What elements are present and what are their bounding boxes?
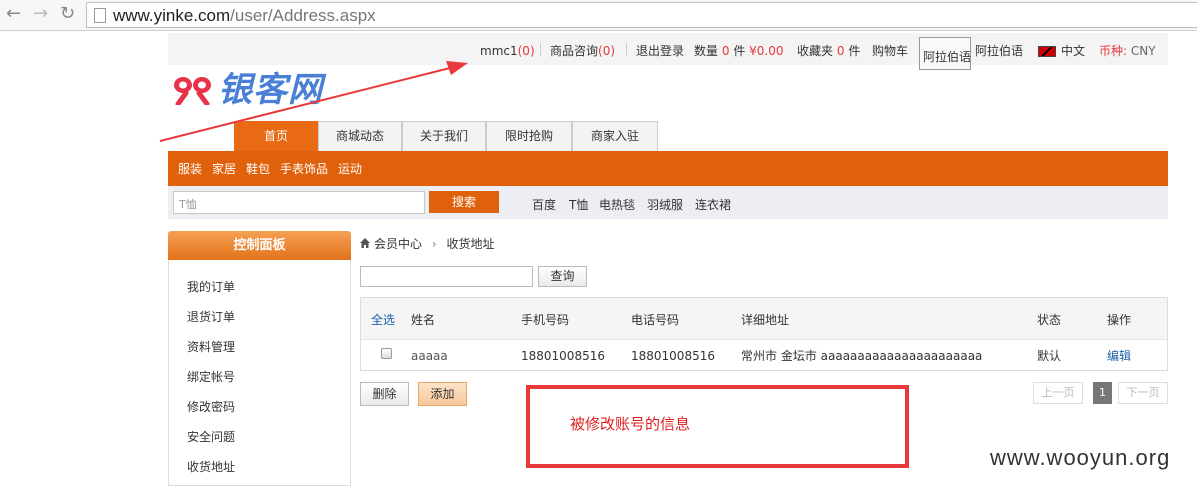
column-header-phone: 电话号码 — [631, 313, 680, 327]
cell-address: 常州市 金坛市 aaaaaaaaaaaaaaaaaaaaaa — [741, 349, 983, 363]
search-input[interactable]: T恤 — [173, 191, 425, 214]
cell-phone: 18801008516 — [631, 349, 715, 363]
category-link[interactable]: 家居 — [212, 162, 236, 176]
url-host: www.yinke.com — [113, 6, 231, 25]
language-link-arabic[interactable]: 阿拉伯语 — [975, 44, 1023, 58]
next-page-button[interactable]: 下一页 — [1118, 382, 1168, 404]
logout-link[interactable]: 退出登录 — [636, 44, 684, 58]
home-icon — [360, 238, 370, 248]
category-link[interactable]: 服装 — [178, 162, 202, 176]
reload-icon[interactable]: ↻ — [60, 4, 75, 24]
edit-link[interactable]: 编辑 — [1107, 349, 1131, 363]
watermark: www.wooyun.org — [990, 445, 1171, 470]
tab-merchant[interactable]: 商家入驻 — [572, 121, 658, 151]
delete-button[interactable]: 删除 — [360, 382, 409, 406]
prev-page-button[interactable]: 上一页 — [1033, 382, 1083, 404]
url-path: /user/Address.aspx — [230, 6, 376, 25]
address-table: 全选 姓名 手机号码 电话号码 详细地址 状态 操作 aaaaa 1880100… — [360, 297, 1168, 371]
browser-toolbar: ← → ↻ www.yinke.com/user/Address.aspx — [0, 0, 1197, 31]
top-links-bar: mmc1(0) 商品咨询(0) 退出登录 数量 0 件 ¥0.00 收藏夹 0 … — [168, 33, 1168, 70]
tab-mall-news[interactable]: 商城动态 — [318, 121, 402, 151]
cell-name: aaaaa — [411, 349, 448, 363]
sidebar-item-address[interactable]: 收货地址 — [187, 460, 235, 474]
tab-about[interactable]: 关于我们 — [402, 121, 486, 151]
china-flag-icon — [1038, 46, 1056, 57]
currency-selector[interactable]: 币种: CNY — [1099, 44, 1156, 58]
page-number-current[interactable]: 1 — [1093, 382, 1112, 404]
column-header-mobile: 手机号码 — [521, 313, 570, 327]
column-header-actions: 操作 — [1107, 313, 1132, 327]
category-link[interactable]: 鞋包 — [246, 162, 270, 176]
sidebar-item-returns[interactable]: 退货订单 — [187, 310, 235, 324]
column-header-address: 详细地址 — [741, 313, 790, 327]
hot-keyword[interactable]: 电热毯 — [599, 198, 635, 212]
column-header-name: 姓名 — [411, 313, 436, 327]
breadcrumb: 会员中心 › 收货地址 — [360, 237, 495, 251]
annotation-box: 被修改账号的信息 — [526, 385, 909, 468]
hot-keyword[interactable]: 百度 — [532, 198, 556, 212]
control-panel-menu: 我的订单 退货订单 资料管理 绑定帐号 修改密码 安全问题 收货地址 — [168, 260, 351, 486]
breadcrumb-separator: › — [431, 237, 437, 251]
hot-keyword[interactable]: 连衣裙 — [695, 198, 731, 212]
consult-link[interactable]: 商品咨询(0) — [550, 44, 615, 58]
language-selector[interactable]: 阿拉伯语 — [919, 37, 971, 70]
search-button[interactable]: 搜索 — [429, 191, 499, 213]
language-link-chinese[interactable]: 中文 — [1061, 44, 1085, 58]
tab-home[interactable]: 首页 — [234, 121, 318, 151]
back-icon[interactable]: ← — [6, 4, 21, 24]
cell-mobile: 18801008516 — [521, 349, 605, 363]
column-header-status: 状态 — [1037, 313, 1062, 327]
category-bar: 服装 家居 鞋包 手表饰品 运动 — [168, 151, 1168, 186]
sidebar-item-security-question[interactable]: 安全问题 — [187, 430, 235, 444]
sidebar-item-orders[interactable]: 我的订单 — [187, 280, 235, 294]
category-link[interactable]: 手表饰品 — [280, 162, 328, 176]
address-bar[interactable]: www.yinke.com/user/Address.aspx — [86, 2, 1197, 28]
logo-mark-icon — [174, 77, 211, 105]
sidebar-item-change-password[interactable]: 修改密码 — [187, 400, 235, 414]
add-button[interactable]: 添加 — [418, 382, 467, 406]
cell-status: 默认 — [1037, 349, 1062, 363]
divider — [626, 43, 627, 56]
username-link[interactable]: mmc1(0) — [480, 44, 535, 58]
page-icon — [94, 8, 106, 23]
address-query-input[interactable] — [360, 266, 533, 287]
hot-keyword[interactable]: T恤 — [569, 198, 588, 212]
favorites-link[interactable]: 收藏夹 0 件 — [797, 44, 860, 58]
sidebar-item-profile[interactable]: 资料管理 — [187, 340, 235, 354]
cart-quantity: 数量 0 件 ¥0.00 — [694, 44, 784, 58]
tab-flash-sale[interactable]: 限时抢购 — [486, 121, 572, 151]
forward-icon[interactable]: → — [33, 4, 48, 24]
sidebar-item-bind-account[interactable]: 绑定帐号 — [187, 370, 235, 384]
annotation-text: 被修改账号的信息 — [570, 415, 691, 433]
control-panel-title: 控制面板 — [168, 231, 351, 260]
hot-keyword[interactable]: 羽绒服 — [647, 198, 683, 212]
category-link[interactable]: 运动 — [338, 162, 362, 176]
select-all-link[interactable]: 全选 — [371, 313, 395, 327]
divider — [540, 43, 541, 56]
cart-link[interactable]: 购物车 — [872, 44, 908, 58]
logo-text: 银客网 — [218, 70, 323, 110]
row-checkbox[interactable] — [381, 348, 392, 359]
breadcrumb-home[interactable]: 会员中心 — [374, 237, 422, 251]
table-header: 全选 姓名 手机号码 电话号码 详细地址 状态 操作 — [361, 298, 1167, 340]
search-bar: T恤 搜索 百度 T恤 电热毯 羽绒服 连衣裙 — [168, 186, 1168, 219]
breadcrumb-current: 收货地址 — [446, 237, 495, 251]
query-button[interactable]: 查询 — [538, 266, 587, 287]
